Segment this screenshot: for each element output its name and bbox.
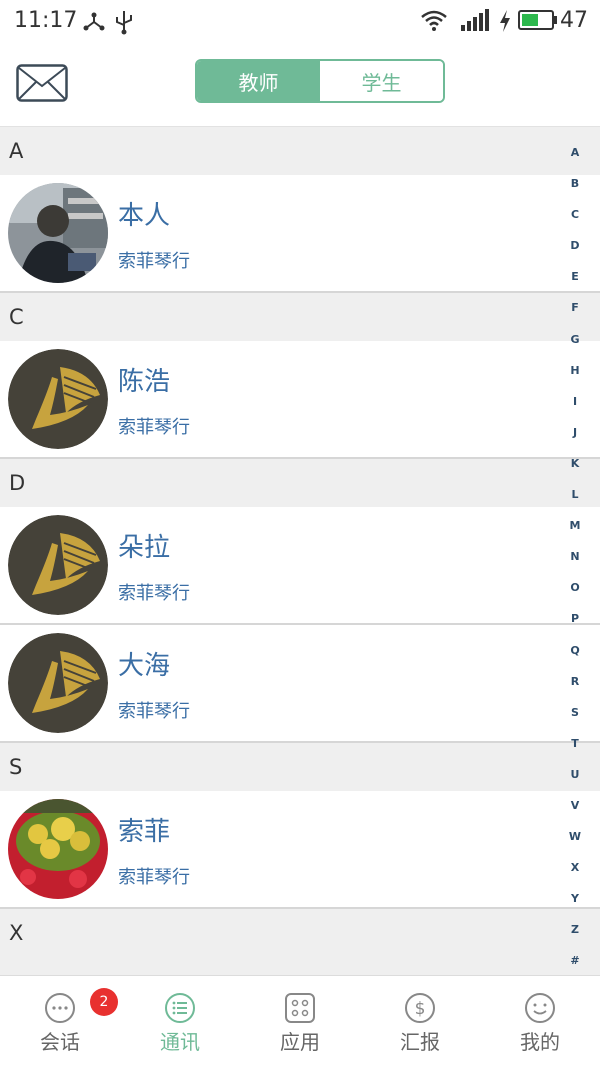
contact-org: 索菲琴行 — [118, 251, 190, 272]
charging-icon — [500, 10, 510, 32]
index-letter[interactable]: Z — [564, 923, 586, 954]
contact-name: 陈浩 — [118, 367, 171, 397]
contact-row[interactable]: 大海 索菲琴行 — [0, 625, 600, 743]
svg-text:$: $ — [415, 999, 426, 1019]
apps-icon — [285, 993, 315, 1023]
contact-name: 大海 — [118, 651, 171, 681]
contact-row[interactable]: 索菲 索菲琴行 — [0, 791, 600, 909]
index-letter[interactable]: J — [564, 426, 586, 457]
index-letter[interactable]: K — [564, 457, 586, 488]
index-letter[interactable]: I — [564, 395, 586, 426]
contact-org: 索菲琴行 — [118, 583, 190, 604]
tab-label: 应用 — [280, 1030, 320, 1054]
status-bar: 11:17 47 — [0, 0, 600, 42]
contact-row[interactable]: 陈浩 索菲琴行 — [0, 341, 600, 459]
role-switch: 教师 学生 — [195, 59, 445, 103]
section-header-a: A — [0, 127, 600, 175]
index-letter[interactable]: P — [564, 612, 586, 643]
index-letter[interactable]: W — [564, 830, 586, 861]
tab-label: 我的 — [520, 1030, 560, 1054]
avatar-photo — [8, 799, 108, 899]
contacts-icon — [165, 993, 195, 1023]
index-letter[interactable]: O — [564, 581, 586, 612]
unread-badge: 2 — [90, 988, 118, 1016]
bottom-tab-bar: 2 会话 通讯 应用 $ 汇报 我的 — [0, 975, 600, 1068]
avatar-logo — [8, 515, 108, 615]
dollar-icon: $ — [405, 993, 435, 1023]
avatar-photo — [8, 183, 108, 283]
wifi-icon — [421, 10, 447, 31]
alphabet-index[interactable]: A B C D E F G H I J K L M N O P Q R S T … — [564, 146, 586, 986]
chat-icon — [45, 993, 75, 1023]
tab-apps[interactable]: 应用 — [240, 976, 360, 1068]
tab-teacher[interactable]: 教师 — [197, 61, 320, 101]
index-letter[interactable]: G — [564, 333, 586, 364]
battery-level: 47 — [560, 8, 588, 33]
avatar-logo — [8, 633, 108, 733]
tab-me[interactable]: 我的 — [480, 976, 600, 1068]
tab-label: 通讯 — [160, 1030, 200, 1054]
index-letter[interactable]: R — [564, 675, 586, 706]
index-letter[interactable]: C — [564, 208, 586, 239]
index-letter[interactable]: V — [564, 799, 586, 830]
index-letter[interactable]: T — [564, 737, 586, 768]
section-header-c: C — [0, 293, 600, 341]
index-letter[interactable]: Q — [564, 644, 586, 675]
tab-student[interactable]: 学生 — [320, 61, 443, 101]
index-letter[interactable]: Y — [564, 892, 586, 923]
battery-icon — [518, 10, 557, 30]
tab-label: 汇报 — [400, 1030, 440, 1054]
status-time: 11:17 — [14, 8, 78, 33]
section-header-s: S — [0, 743, 600, 791]
index-letter[interactable]: D — [564, 239, 586, 270]
mail-icon[interactable] — [16, 64, 68, 102]
header: 教师 学生 — [0, 42, 600, 127]
index-letter[interactable]: H — [564, 364, 586, 395]
index-letter[interactable]: E — [564, 270, 586, 301]
usb-icon — [116, 11, 132, 35]
contact-org: 索菲琴行 — [118, 417, 190, 438]
index-letter[interactable]: B — [564, 177, 586, 208]
share-icon — [83, 12, 105, 31]
avatar-logo — [8, 349, 108, 449]
index-letter[interactable]: L — [564, 488, 586, 519]
contact-row[interactable]: 本人 索菲琴行 — [0, 175, 600, 293]
section-header-x: X — [0, 909, 600, 957]
index-letter[interactable]: S — [564, 706, 586, 737]
contact-name: 本人 — [118, 201, 171, 231]
tab-report[interactable]: $ 汇报 — [360, 976, 480, 1068]
contact-org: 索菲琴行 — [118, 701, 190, 722]
index-letter[interactable]: X — [564, 861, 586, 892]
contact-org: 索菲琴行 — [118, 867, 190, 888]
contact-name: 朵拉 — [118, 533, 171, 563]
index-letter[interactable]: M — [564, 519, 586, 550]
signal-icon — [461, 9, 489, 31]
contact-name: 索菲 — [118, 817, 171, 847]
index-letter[interactable]: N — [564, 550, 586, 581]
smiley-icon — [525, 993, 555, 1023]
tab-chat[interactable]: 2 会话 — [0, 976, 120, 1068]
tab-contacts[interactable]: 通讯 — [120, 976, 240, 1068]
section-header-d: D — [0, 459, 600, 507]
index-letter[interactable]: A — [564, 146, 586, 177]
contact-row[interactable]: 朵拉 索菲琴行 — [0, 507, 600, 625]
index-letter[interactable]: F — [564, 301, 586, 332]
contact-list[interactable]: A 本人 索菲琴行 C 陈浩 索菲琴行 D 朵拉 索菲琴行 大海 索菲琴行 S … — [0, 127, 600, 975]
index-letter[interactable]: U — [564, 768, 586, 799]
tab-label: 会话 — [40, 1030, 80, 1054]
